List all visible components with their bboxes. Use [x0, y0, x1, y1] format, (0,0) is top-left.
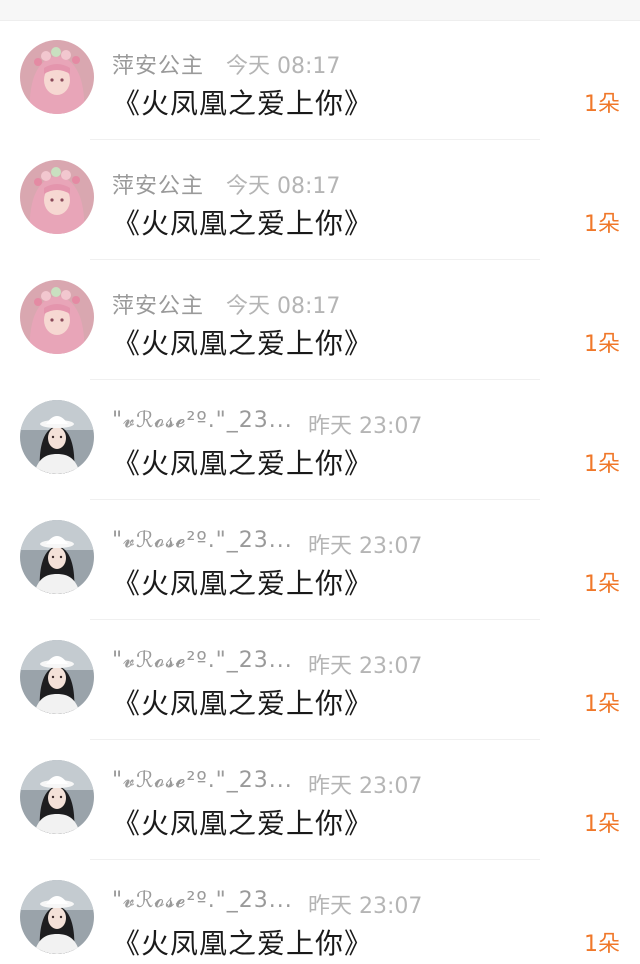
gift-message: 《火凤凰之爱上你》 [112, 687, 374, 720]
send-time: 昨天 23:07 [308, 654, 423, 679]
avatar[interactable] [20, 280, 94, 354]
sender-name[interactable]: "𝓿ℛ𝓸𝓼𝓮²º."_23... [112, 648, 293, 673]
top-header-bar [0, 0, 640, 21]
avatar[interactable] [20, 520, 94, 594]
sender-name[interactable]: 萍安公主 [112, 288, 204, 320]
white-hat-girl-avatar-icon [20, 520, 94, 594]
white-hat-girl-avatar-icon [20, 640, 94, 714]
sender-name[interactable]: "𝓿ℛ𝓸𝓼𝓮²º."_23... [112, 888, 293, 913]
flower-count: 1朵 [584, 92, 620, 117]
sender-name[interactable]: "𝓿ℛ𝓸𝓼𝓮²º."_23... [112, 408, 293, 433]
white-hat-girl-avatar-icon [20, 400, 94, 474]
gift-list: 萍安公主 今天 08:17 《火凤凰之爱上你》 1朵 萍安公主 今天 08:17 [0, 20, 640, 964]
send-time: 今天 08:17 [226, 294, 341, 319]
send-time: 今天 08:17 [226, 174, 341, 199]
avatar[interactable] [20, 40, 94, 114]
avatar[interactable] [20, 880, 94, 954]
gift-message: 《火凤凰之爱上你》 [112, 87, 374, 120]
flower-count: 1朵 [584, 452, 620, 477]
gift-message: 《火凤凰之爱上你》 [112, 807, 374, 840]
sender-name[interactable]: "𝓿ℛ𝓸𝓼𝓮²º."_23... [112, 528, 293, 553]
list-item[interactable]: 萍安公主 今天 08:17 《火凤凰之爱上你》 1朵 [0, 140, 640, 260]
send-time: 昨天 23:07 [308, 894, 423, 919]
send-time: 昨天 23:07 [308, 774, 423, 799]
flower-count: 1朵 [584, 812, 620, 837]
gift-message: 《火凤凰之爱上你》 [112, 327, 374, 360]
list-item[interactable]: 萍安公主 今天 08:17 《火凤凰之爱上你》 1朵 [0, 20, 640, 140]
avatar[interactable] [20, 400, 94, 474]
gift-message: 《火凤凰之爱上你》 [112, 567, 374, 600]
send-time: 今天 08:17 [226, 54, 341, 79]
list-item[interactable]: "𝓿ℛ𝓸𝓼𝓮²º."_23... 昨天 23:07 《火凤凰之爱上你》 1朵 [0, 740, 640, 860]
list-item[interactable]: "𝓿ℛ𝓸𝓼𝓮²º."_23... 昨天 23:07 《火凤凰之爱上你》 1朵 [0, 380, 640, 500]
pink-princess-avatar-icon [20, 280, 94, 354]
list-item[interactable]: "𝓿ℛ𝓸𝓼𝓮²º."_23... 昨天 23:07 《火凤凰之爱上你》 1朵 [0, 620, 640, 740]
flower-count: 1朵 [584, 572, 620, 597]
avatar[interactable] [20, 640, 94, 714]
flower-count: 1朵 [584, 332, 620, 357]
flower-count: 1朵 [584, 932, 620, 957]
list-item[interactable]: "𝓿ℛ𝓸𝓼𝓮²º."_23... 昨天 23:07 《火凤凰之爱上你》 1朵 [0, 860, 640, 964]
sender-name[interactable]: 萍安公主 [112, 48, 204, 80]
white-hat-girl-avatar-icon [20, 760, 94, 834]
avatar[interactable] [20, 760, 94, 834]
flower-count: 1朵 [584, 212, 620, 237]
pink-princess-avatar-icon [20, 40, 94, 114]
avatar[interactable] [20, 160, 94, 234]
sender-name[interactable]: "𝓿ℛ𝓸𝓼𝓮²º."_23... [112, 768, 293, 793]
gift-message: 《火凤凰之爱上你》 [112, 207, 374, 240]
gift-message: 《火凤凰之爱上你》 [112, 927, 374, 960]
send-time: 昨天 23:07 [308, 414, 423, 439]
sender-name[interactable]: 萍安公主 [112, 168, 204, 200]
pink-princess-avatar-icon [20, 160, 94, 234]
flower-count: 1朵 [584, 692, 620, 717]
send-time: 昨天 23:07 [308, 534, 423, 559]
white-hat-girl-avatar-icon [20, 880, 94, 954]
list-item[interactable]: 萍安公主 今天 08:17 《火凤凰之爱上你》 1朵 [0, 260, 640, 380]
gift-message: 《火凤凰之爱上你》 [112, 447, 374, 480]
list-item[interactable]: "𝓿ℛ𝓸𝓼𝓮²º."_23... 昨天 23:07 《火凤凰之爱上你》 1朵 [0, 500, 640, 620]
